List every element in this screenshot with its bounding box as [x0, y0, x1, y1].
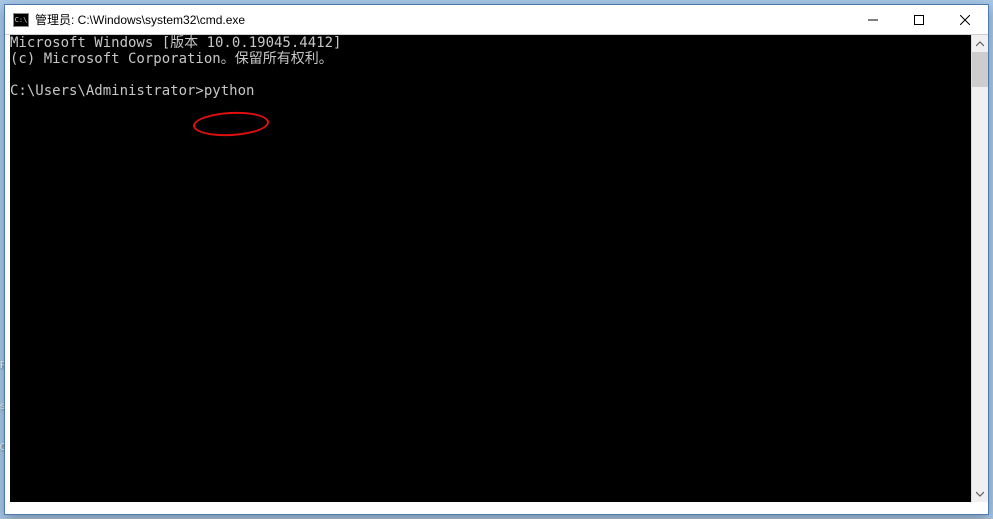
maximize-button[interactable]	[896, 5, 942, 34]
maximize-icon	[914, 15, 924, 25]
scroll-up-button[interactable]	[972, 35, 988, 52]
minimize-button[interactable]	[850, 5, 896, 34]
window-title: 管理员: C:\Windows\system32\cmd.exe	[35, 11, 850, 28]
scroll-down-button[interactable]	[972, 485, 988, 502]
window-controls	[850, 5, 988, 34]
cmd-window: C:\ 管理员: C:\Windows\system32\cmd.exe Mic…	[4, 4, 989, 515]
terminal-content: Microsoft Windows [版本 10.0.19045.4412] (…	[10, 35, 341, 99]
close-icon	[960, 15, 970, 25]
close-button[interactable]	[942, 5, 988, 34]
terminal[interactable]: Microsoft Windows [版本 10.0.19045.4412] (…	[10, 35, 971, 502]
vertical-scrollbar[interactable]	[971, 35, 988, 502]
window-bottom-border	[5, 502, 988, 514]
title-bar[interactable]: C:\ 管理员: C:\Windows\system32\cmd.exe	[5, 5, 988, 35]
terminal-line: (c) Microsoft Corporation。保留所有权利。	[10, 51, 333, 67]
terminal-prompt: C:\Users\Administrator>	[10, 83, 204, 99]
terminal-command: python	[204, 83, 255, 99]
terminal-line: Microsoft Windows [版本 10.0.19045.4412]	[10, 35, 341, 51]
scroll-thumb[interactable]	[972, 52, 988, 87]
red-circle-annotation	[192, 110, 269, 138]
minimize-icon	[868, 15, 878, 25]
cmd-icon: C:\	[13, 13, 29, 27]
chevron-up-icon	[976, 40, 984, 48]
scroll-track[interactable]	[972, 52, 988, 485]
chevron-down-icon	[976, 490, 984, 498]
